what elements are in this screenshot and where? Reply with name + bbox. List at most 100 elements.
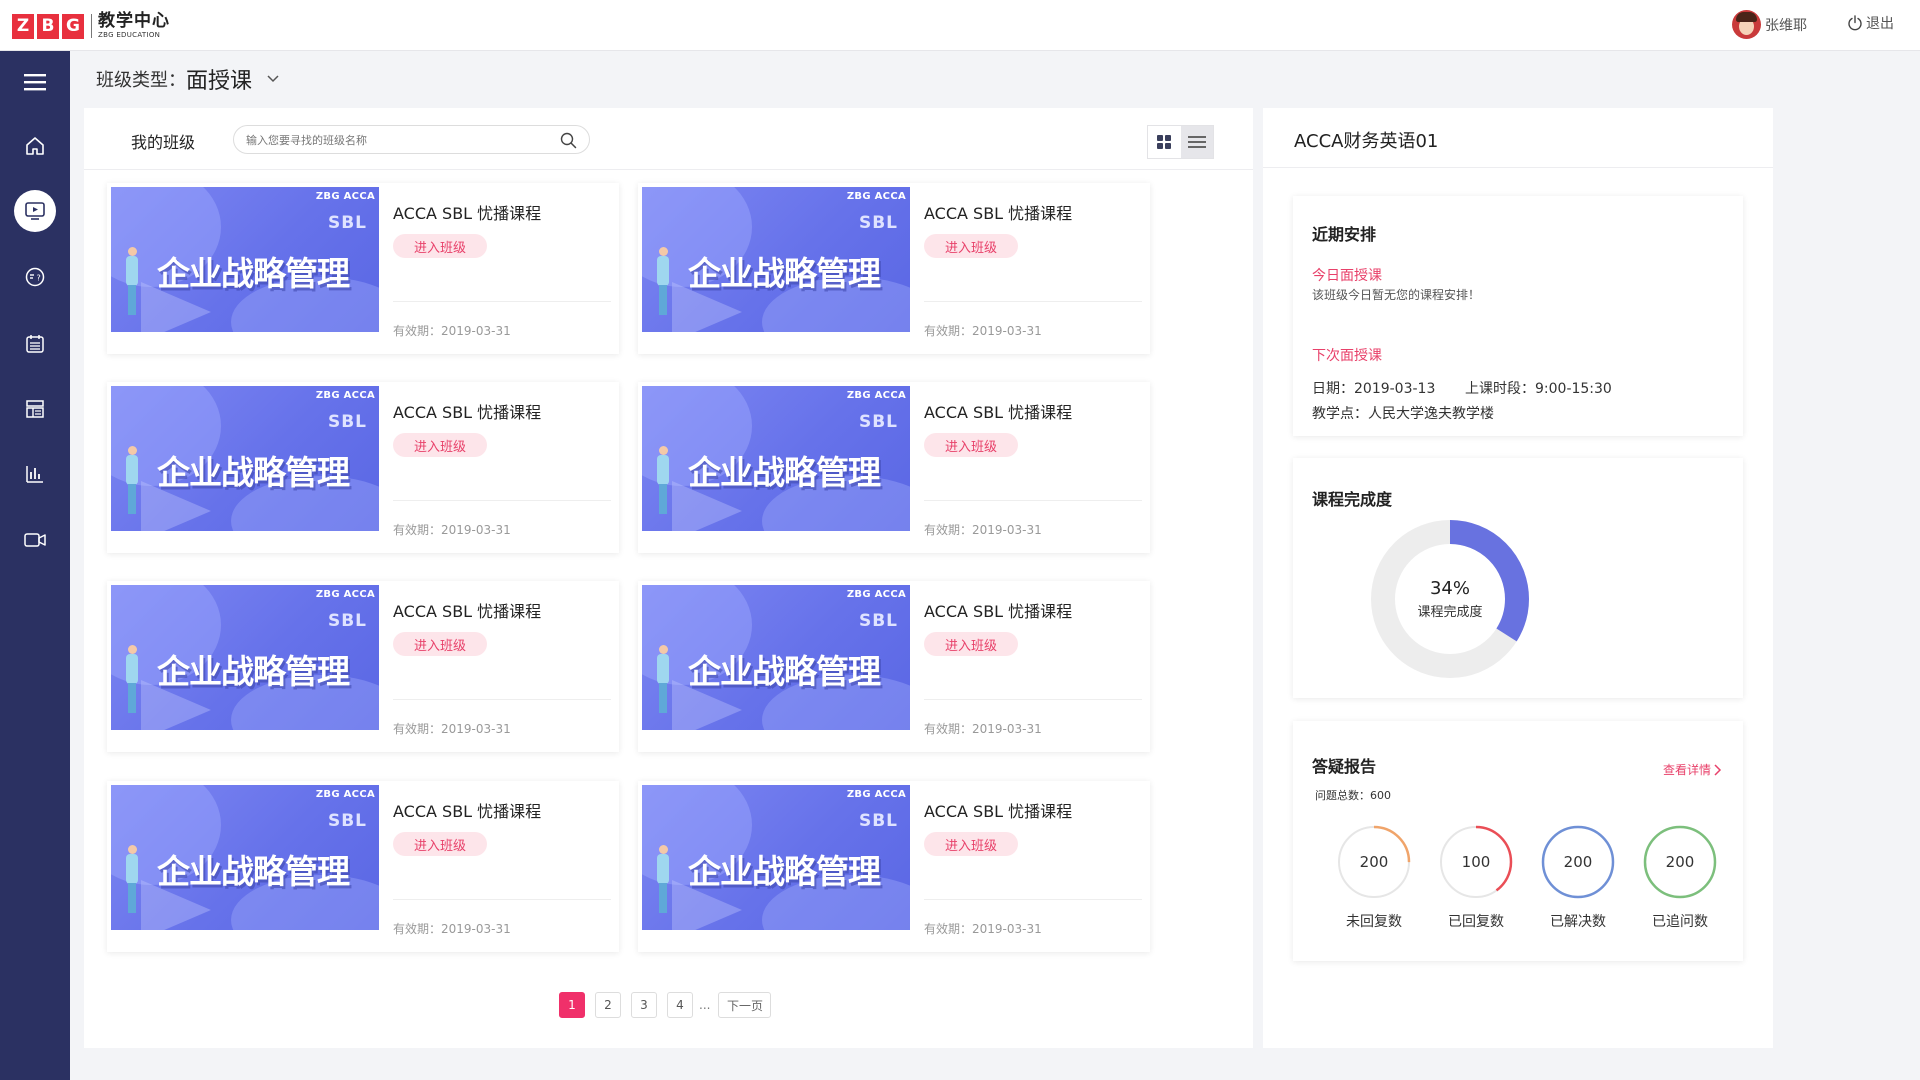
next-class-label: 下次面授课 [1312,348,1382,364]
grid-view-icon [1157,135,1172,149]
thumbnail-sbl: SBL [858,611,898,631]
thumbnail-title: 企业战略管理 [157,852,350,891]
page-button-4[interactable]: 4 [667,992,693,1018]
class-title[interactable]: ACCA SBL 忧播课程 [924,200,1072,224]
enter-class-button[interactable]: 进入班级 [924,433,1018,457]
class-card[interactable]: ZBG ACCA SBL 企业战略管理 ACCA SBL 忧播课程 进入班级有效期：20… [107,183,619,354]
class-card[interactable]: ZBG ACCA SBL 企业战略管理 ACCA SBL 忧播课程 进入班级有效期：20… [638,781,1150,952]
today-class-text: 该班级今日暂无您的课程安排！ [1312,288,1481,302]
logout-button[interactable]: 退出 [1847,13,1894,33]
class-valid-date: 有效期：2019-03-31 [924,922,1042,936]
course-thumbnail[interactable]: ZBG ACCA SBL 企业战略管理 [111,386,379,531]
enter-class-button[interactable]: 进入班级 [393,632,487,656]
sidebar-item-qa[interactable]: ? [14,256,56,298]
sidebar-item-schedule[interactable] [14,323,56,365]
qa-report-heading: 答疑报告 [1312,757,1377,776]
class-title[interactable]: ACCA SBL 忧播课程 [393,399,541,423]
course-thumbnail[interactable]: ZBG ACCA SBL 企业战略管理 [111,585,379,730]
search-icon[interactable] [560,132,577,149]
qa-stat: 200 未回复数 [1323,825,1425,931]
view-details-link[interactable]: 查看详情 [1663,761,1723,778]
thumbnail-sbl: SBL [327,811,367,831]
class-card[interactable]: ZBG ACCA SBL 企业战略管理 ACCA SBL 忧播课程 进入班级 有效期：20… [638,581,1150,752]
my-classes-title: 我的班级 [131,133,196,152]
top-bar: Z B G 教学中心 ZBG EDUCATION 张维耶 退出 [0,0,1920,51]
class-title[interactable]: ACCA SBL 忧播课程 [924,598,1072,622]
qa-stat: 200 已解决数 [1527,825,1629,931]
qa-stat-label: 已回复数 [1448,914,1504,930]
thumbnail-title: 企业战略管理 [157,254,350,293]
logo-letter: Z [12,13,34,39]
class-valid-date: 有效期：2019-03-31 [393,722,511,736]
qa-stat-ring: 200 [1337,825,1411,899]
qa-stat-ring: 200 [1541,825,1615,899]
qa-stat: 100 已回复数 [1425,825,1527,931]
donut-center: 34% 课程完成度 [1369,518,1531,680]
class-title[interactable]: ACCA SBL 忧播课程 [924,399,1072,423]
course-thumbnail[interactable]: ZBG ACCA SBL 企业战略管理 [642,585,910,730]
sidebar-menu-toggle[interactable] [14,61,56,103]
completion-donut: 34% 课程完成度 [1369,518,1531,680]
thumbnail-sbl: SBL [327,213,367,233]
enter-class-button[interactable]: 进入班级 [393,234,487,258]
avatar[interactable] [1732,10,1761,39]
class-card[interactable]: ZBG ACCA SBL 企业战略管理 ACCA SBL 忧播课程 进入班级 有效期：20… [107,382,619,553]
course-thumbnail[interactable]: ZBG ACCA SBL 企业战略管理 [642,187,910,332]
my-classes-panel: 我的班级 ZBG ACCASBL企业战略管理ACCA SBL 忧播课程进入班级有… [84,108,1253,1048]
qa-stat-ring: 100 [1439,825,1513,899]
class-title[interactable]: ACCA SBL 忧播课程 [924,798,1072,822]
sidebar-item-home[interactable] [14,125,56,167]
list-view-button[interactable] [1180,126,1213,158]
chevron-right-icon [1714,763,1722,776]
page-button-1[interactable]: 1 [559,992,585,1018]
next-page-button[interactable]: 下一页 [718,992,772,1018]
class-card[interactable]: ZBG ACCA SBL 企业战略管理 ACCA SBL 忧播课程 进入班级 有效期：20… [107,781,619,952]
enter-class-button[interactable]: 进入班级 [924,832,1018,856]
enter-class-button[interactable]: 进入班级 [924,234,1018,258]
next-class-time: 上课时段：9:00-15:30 [1465,381,1612,397]
completion-percent: 34% [1429,578,1470,599]
user-name[interactable]: 张维耶 [1765,15,1807,35]
enter-class-button[interactable]: 进入班级 [393,433,487,457]
class-card[interactable]: ZBG ACCA SBL 企业战略管理 ACCA SBL 忧播课程 进入班级 有效期：20… [638,382,1150,553]
class-type-selector[interactable]: 班级类型： 面授课 [96,63,280,95]
zbg-logo[interactable]: Z B G 教学中心 ZBG EDUCATION [12,12,170,40]
class-search-input[interactable] [246,131,546,149]
class-card[interactable]: ZBG ACCA SBL 企业战略管理 ACCA SBL 忧播课程 进入班级 有效期：20… [107,581,619,752]
enter-class-button[interactable]: 进入班级 [924,632,1018,656]
thumbnail-sbl: SBL [858,213,898,233]
thumbnail-brand: ZBG ACCA [315,390,375,401]
class-valid-date: 有效期：2019-03-31 [393,324,511,338]
thumbnail-brand: ZBG ACCA [315,191,375,202]
thumbnail-figure [656,247,670,317]
thumbnail-figure [656,845,670,915]
thumbnail-title: 企业战略管理 [157,652,350,691]
thumbnail-brand: ZBG ACCA [846,191,906,202]
class-title[interactable]: ACCA SBL 忧播课程 [393,598,541,622]
class-title[interactable]: ACCA SBL 忧播课程 [393,200,541,224]
class-valid-date: 有效期：2019-03-31 [393,922,511,936]
course-thumbnail[interactable]: ZBG ACCA SBL 企业战略管理 [642,386,910,531]
logo-letter: G [62,13,84,39]
course-thumbnail[interactable]: ZBG ACCA SBL 企业战略管理 [642,785,910,930]
thumbnail-sbl: SBL [858,811,898,831]
camera-icon [24,533,46,547]
calendar-icon [26,335,44,353]
logo-subtitle: ZBG EDUCATION [98,31,161,39]
page-button-2[interactable]: 2 [595,992,621,1018]
course-thumbnail[interactable]: ZBG ACCA SBL 企业战略管理 [111,187,379,332]
enter-class-button[interactable]: 进入班级 [393,832,487,856]
course-thumbnail[interactable]: ZBG ACCA SBL 企业战略管理 [111,785,379,930]
sidebar-item-statistics[interactable] [14,453,56,495]
sidebar-item-live[interactable] [14,519,56,561]
next-class-date: 日期：2019-03-13 [1312,381,1436,397]
user-profile[interactable]: 张维耶 [1732,10,1807,39]
class-title[interactable]: ACCA SBL 忧播课程 [393,798,541,822]
class-card[interactable]: ZBG ACCA SBL 企业战略管理 ACCA SBL 忧播课程 进入班级 有效期：20… [638,183,1150,354]
thumbnail-figure [125,845,139,915]
sidebar-item-layout[interactable] [14,388,56,430]
page-button-3[interactable]: 3 [631,992,657,1018]
grid-view-button[interactable] [1148,126,1181,158]
thumbnail-sbl: SBL [327,611,367,631]
sidebar-item-classes[interactable] [14,190,56,232]
